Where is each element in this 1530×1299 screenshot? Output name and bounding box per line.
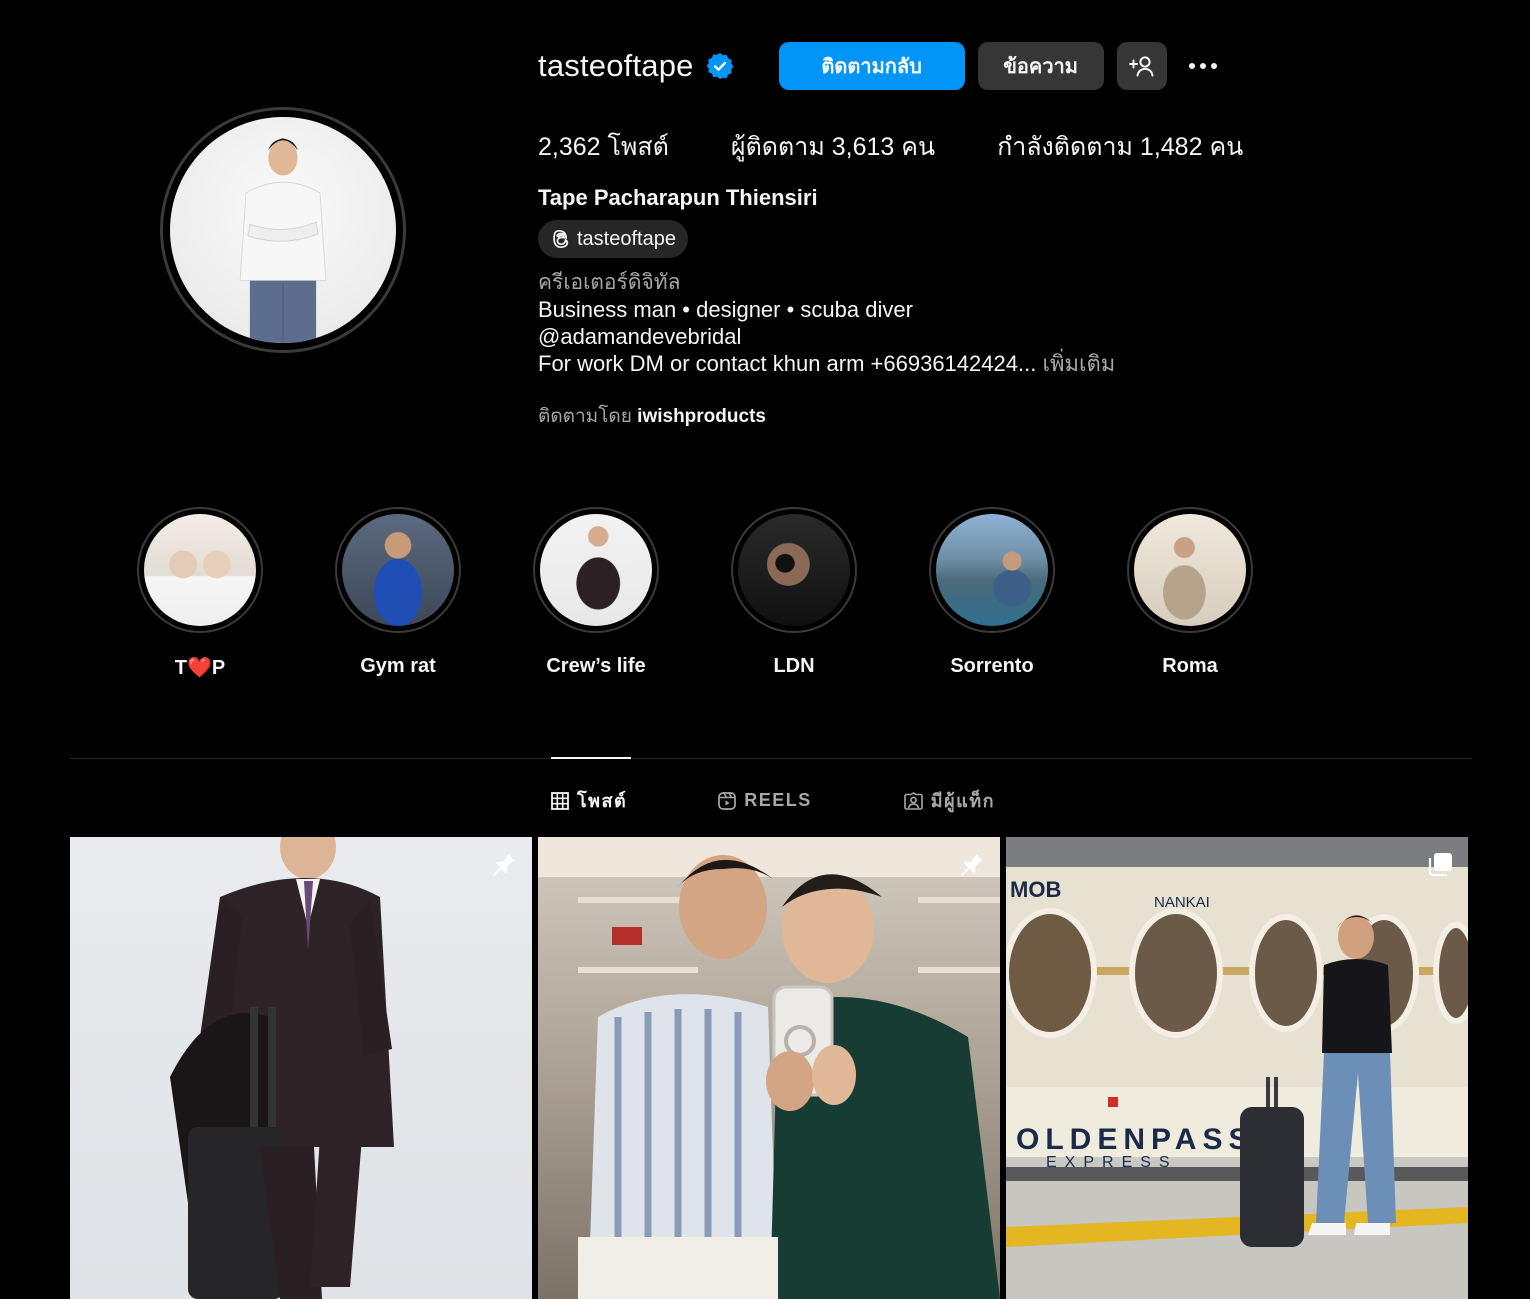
more-options-icon[interactable] [1188,56,1225,76]
highlight-label: Crew’s life [546,655,646,677]
highlight-ring [137,507,263,633]
threads-handle: tasteoftape [577,227,676,250]
bio-more-link[interactable]: เพิ่มเติม [1042,351,1115,376]
posts-count: 2,362 โพสต์ [538,133,669,161]
follow-back-button[interactable]: ติดตามกลับ [778,42,965,90]
tab-posts[interactable]: โพสต์ [551,786,627,815]
train-sign-goldenpass: OLDENPASS [1016,1123,1254,1156]
suggest-users-button[interactable] [1116,42,1167,90]
highlight-label: Gym rat [360,655,436,677]
highlight-label-left: T [174,657,187,679]
highlight-label: Sorrento [950,655,1034,677]
heart-icon: ❤️ [186,657,212,679]
username: tasteoftape [538,48,694,83]
following-count[interactable]: กำลังติดตาม 1,482 คน [997,127,1243,167]
profile-avatar[interactable] [160,107,406,353]
reels-icon [718,791,737,810]
highlight-label: LDN [773,655,815,677]
highlight-ring [335,507,461,633]
avatar-figure [239,138,327,343]
highlight-cover [540,514,652,626]
tab-reels-label: REELS [744,790,812,810]
pin-icon [961,854,983,876]
tagged-icon [903,791,923,810]
add-user-icon [1128,56,1154,77]
highlight-item[interactable]: Crew’s life [533,507,659,680]
profile-stats: 2,362 โพสต์ ผู้ติดตาม 3,613 คน กำลังติดต… [538,127,1305,167]
highlight-label-right: P [211,657,226,679]
highlight-ring [1127,507,1253,633]
highlight-item[interactable]: LDN [731,507,857,680]
train-sign-mob: MOB [1010,877,1061,902]
message-button[interactable]: ข้อความ [977,42,1104,90]
bio-mention-link[interactable]: @adamandevebridal [538,323,1305,350]
highlight-cover [144,514,256,626]
highlight-item[interactable]: Sorrento [929,507,1055,680]
highlight-item[interactable]: Gym rat [335,507,461,680]
post-image [170,837,394,1299]
tab-tagged[interactable]: มีผู้แท็ก [903,786,996,815]
pin-icon [493,854,515,876]
posts-grid: MOB NANKAI OLDENPASS EXPRESS [70,837,1468,1299]
threads-icon [553,229,569,249]
post-tile[interactable] [538,837,1000,1299]
bio-line-3: For work DM or contact khun arm +6693614… [538,350,1305,377]
verified-badge-icon [706,52,734,80]
full-name: Tape Pacharapun Thiensiri [538,185,818,210]
highlight-cover [936,514,1048,626]
post-image: MOB NANKAI OLDENPASS EXPRESS [1006,837,1468,1299]
highlight-item[interactable]: T❤️P [137,507,263,680]
train-sign-nankai: NANKAI [1154,894,1210,911]
tab-tagged-label: มีผู้แท็ก [930,791,996,811]
followed-by-user[interactable]: iwishproducts [637,406,766,427]
highlight-ring [929,507,1055,633]
story-highlights: T❤️P Gym rat Crew’s life LDN Sorrento Ro… [137,507,1325,680]
profile-info: tasteoftape ติดตามกลับ ข้อความ 2,362 โพส… [538,40,1305,431]
highlight-item[interactable]: Roma [1127,507,1253,680]
highlight-cover [738,514,850,626]
highlight-label: Roma [1162,655,1218,677]
tab-posts-label: โพสต์ [577,791,628,811]
profile-header-row: tasteoftape ติดตามกลับ ข้อความ [538,40,1305,92]
highlight-label: T❤️P [137,655,263,680]
post-tile[interactable]: MOB NANKAI OLDENPASS EXPRESS [1006,837,1468,1299]
followed-by[interactable]: ติดตามโดย iwishproducts [538,401,1305,431]
post-tile[interactable] [70,837,532,1299]
avatar-photo [170,117,396,343]
category-label: ครีเอเตอร์ดิจิทัล [538,271,681,294]
bio-line-1: Business man • designer • scuba diver [538,297,913,322]
profile-tabs: โพสต์ REELS มีผู้แท็ก [551,786,995,815]
highlight-cover [342,514,454,626]
threads-link[interactable]: tasteoftape [538,220,688,258]
bio-contact-text: For work DM or contact khun arm +6693614… [538,351,1037,376]
active-tab-indicator [551,757,631,759]
highlight-cover [1134,514,1246,626]
carousel-icon [1428,853,1452,877]
post-image [538,837,1000,1299]
highlight-ring [533,507,659,633]
highlight-ring [731,507,857,633]
tab-reels[interactable]: REELS [718,786,812,815]
followed-by-prefix: ติดตามโดย [538,406,632,427]
grid-icon [551,791,569,810]
tabs-divider [70,758,1472,759]
followers-count[interactable]: ผู้ติดตาม 3,613 คน [731,127,935,167]
